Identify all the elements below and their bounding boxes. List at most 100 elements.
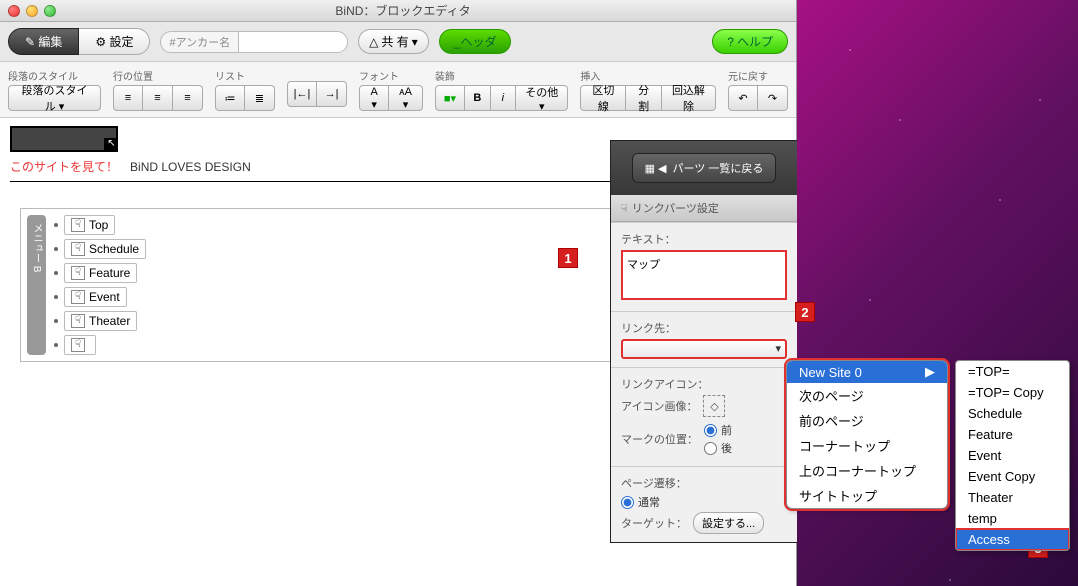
icon-section: リンクアイコン： アイコン画像： ◇ マークの位置： 前 後 — [611, 367, 797, 466]
panel-title: ☟ リンクパーツ設定 — [611, 195, 797, 222]
menu-item[interactable]: コーナートップ — [787, 433, 947, 458]
group-label: 装飾 — [435, 68, 569, 83]
menu-item[interactable]: ☟ — [64, 335, 96, 355]
menu-item[interactable]: =TOP= — [956, 361, 1069, 382]
icon-image-label: アイコン画像： — [621, 398, 697, 414]
anchor-label: #アンカー名 — [160, 31, 238, 53]
link-context-menu[interactable]: New Site 0▶ 次のページ 前のページ コーナートップ 上のコーナートッ… — [786, 360, 948, 509]
mode-segment: ✎ 編集 ⚙ 設定 — [8, 28, 150, 55]
menu-item[interactable]: Feature — [956, 424, 1069, 445]
menu-item[interactable]: 次のページ — [787, 383, 947, 408]
text-section: テキスト： — [611, 222, 797, 311]
align-right-button[interactable]: ≡ — [173, 85, 203, 111]
window-title: BiND：ブロックエディタ — [18, 2, 788, 19]
align-left-button[interactable]: ≡ — [113, 85, 143, 111]
menu-item[interactable]: ☟Schedule — [64, 239, 146, 259]
outdent-button[interactable]: |←| — [287, 81, 317, 107]
selected-element[interactable]: BIND theater — [10, 126, 118, 152]
link-icon: ☟ — [71, 338, 85, 352]
menu-item[interactable]: temp — [956, 508, 1069, 529]
link-icon: ☟ — [71, 290, 85, 304]
target-label: ターゲット： — [621, 515, 687, 531]
mark-pos-label: マークの位置： — [621, 431, 698, 447]
link-submenu[interactable]: =TOP= =TOP= Copy Schedule Feature Event … — [955, 360, 1070, 551]
font-size-button[interactable]: ᴀA ▾ — [389, 85, 423, 111]
app-window: BiND：ブロックエディタ ✎ 編集 ⚙ 設定 #アンカー名 △ 共 有 ▾ _… — [0, 0, 797, 586]
align-center-button[interactable]: ≡ — [143, 85, 173, 111]
target-config-button[interactable]: 設定する... — [693, 512, 764, 534]
link-icon: ☟ — [621, 202, 628, 215]
link-section: リンク先： — [611, 311, 797, 367]
sub-black: BiND LOVES DESIGN — [130, 160, 251, 174]
link-icon: ☟ — [71, 266, 85, 280]
text-label: テキスト： — [621, 231, 787, 247]
menu-item[interactable]: ☟Event — [64, 287, 127, 307]
split-button[interactable]: 分割 — [626, 85, 662, 111]
italic-button[interactable]: i — [491, 85, 517, 111]
transition-section: ページ遷移： 通常 ターゲット： 設定する... — [611, 466, 797, 542]
menu-item[interactable]: 上のコーナートップ — [787, 458, 947, 483]
menu-item-access[interactable]: Access — [956, 529, 1069, 550]
main-toolbar: ✎ 編集 ⚙ 設定 #アンカー名 △ 共 有 ▾ _ヘッダ ? ヘルプ — [0, 22, 796, 62]
help-button[interactable]: ? ヘルプ — [712, 29, 788, 54]
group-label: リスト — [215, 68, 275, 83]
callout-2: 2 — [795, 302, 815, 322]
menu-tab[interactable]: メニュー B — [27, 215, 46, 355]
menu-item-newsite[interactable]: New Site 0▶ — [787, 361, 947, 383]
anchor-input[interactable] — [238, 31, 348, 53]
callout-1: 1 — [558, 248, 578, 268]
menu-item[interactable]: ☟Feature — [64, 263, 137, 283]
text-input[interactable] — [621, 250, 787, 300]
color-button[interactable]: ■▾ — [435, 85, 465, 111]
menu-item[interactable]: サイトトップ — [787, 483, 947, 508]
radio-normal[interactable]: 通常 — [621, 494, 787, 510]
chevron-right-icon: ▶ — [925, 364, 935, 380]
link-icon: ☟ — [71, 242, 85, 256]
other-button[interactable]: その他 ▾ — [516, 85, 568, 111]
list-bullet-button[interactable]: ≔ — [215, 85, 245, 111]
list-number-button[interactable]: ≣ — [245, 85, 275, 111]
titlebar: BiND：ブロックエディタ — [0, 0, 796, 22]
format-toolbar: 段落のスタイル段落のスタイル ▾ 行の位置≡≡≡ リスト≔≣ |←|→| フォン… — [0, 62, 796, 118]
header-chip[interactable]: _ヘッダ — [439, 29, 512, 54]
clearwrap-button[interactable]: 回込解除 — [662, 85, 716, 111]
font-button[interactable]: A ▾ — [359, 85, 389, 111]
back-to-parts-button[interactable]: ▦ ◀ パーツ 一覧に戻る — [632, 153, 777, 183]
menu-item[interactable]: 前のページ — [787, 408, 947, 433]
icon-preview[interactable]: ◇ — [703, 395, 725, 417]
group-label: 段落のスタイル — [8, 68, 101, 83]
menu-item[interactable]: Schedule — [956, 403, 1069, 424]
bold-button[interactable]: B — [465, 85, 491, 111]
right-panel: ▦ ◀ パーツ 一覧に戻る ☟ リンクパーツ設定 テキスト： リンク先： リンク… — [610, 140, 797, 543]
radio-back[interactable]: 後 — [704, 440, 732, 456]
menu-item[interactable]: =TOP= Copy — [956, 382, 1069, 403]
menu-item[interactable]: ☟Theater — [64, 311, 137, 331]
paragraph-style-button[interactable]: 段落のスタイル ▾ — [8, 85, 101, 111]
undo-button[interactable]: ↶ — [728, 85, 758, 111]
settings-button[interactable]: ⚙ 設定 — [79, 28, 150, 55]
radio-front[interactable]: 前 — [704, 422, 732, 438]
icon-section-label: リンクアイコン： — [621, 376, 787, 392]
anchor-group: #アンカー名 — [160, 31, 348, 53]
edit-button[interactable]: ✎ 編集 — [8, 28, 79, 55]
divider-button[interactable]: 区切線 — [580, 85, 626, 111]
menu-item[interactable]: Theater — [956, 487, 1069, 508]
sub-red: このサイトを見て！ — [10, 160, 118, 174]
menu-item[interactable]: ☟Top — [64, 215, 115, 235]
transition-label: ページ遷移： — [621, 475, 787, 491]
link-icon: ☟ — [71, 218, 85, 232]
menu-items: ☟Top ☟Schedule ☟Feature ☟Event ☟Theater … — [54, 215, 146, 355]
link-dropdown[interactable] — [621, 339, 787, 359]
group-label: 元に戻す — [728, 68, 788, 83]
share-button[interactable]: △ 共 有 ▾ — [358, 29, 429, 54]
group-label: 行の位置 — [113, 68, 203, 83]
redo-button[interactable]: ↷ — [758, 85, 788, 111]
menu-item[interactable]: Event — [956, 445, 1069, 466]
link-icon: ☟ — [71, 314, 85, 328]
share-label: 共 有 — [381, 33, 408, 50]
help-label: ヘルプ — [737, 33, 773, 50]
indent-button[interactable]: →| — [317, 81, 347, 107]
menu-item[interactable]: Event Copy — [956, 466, 1069, 487]
link-label: リンク先： — [621, 320, 787, 336]
group-label: 挿入 — [580, 68, 716, 83]
